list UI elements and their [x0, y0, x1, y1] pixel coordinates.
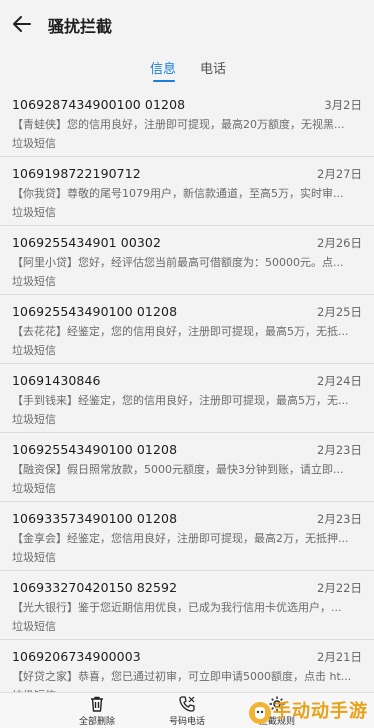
- message-date: 2月23日: [317, 512, 362, 526]
- message-date: 2月21日: [317, 650, 362, 664]
- spam-tag: 垃圾短信: [12, 344, 56, 357]
- message-row[interactable]: 1069255434901 00302 2月26日 【阿里小贷】您好，经评估您当…: [0, 226, 374, 295]
- tab-bar: 信息 电话: [0, 52, 374, 86]
- delete-all-label: 全部删除: [78, 717, 115, 727]
- message-preview: 【金享会】经鉴定，您信用良好，注册即可提现，最高2万，无抵押...: [12, 532, 349, 545]
- sender-number: 1069287434900100 01208: [12, 97, 186, 112]
- spam-tag: 垃圾短信: [12, 275, 56, 288]
- message-row[interactable]: 106925543490100 01208 2月23日 【融资保】假日照常放款，…: [0, 433, 374, 502]
- message-date: 2月27日: [317, 167, 362, 181]
- sender-number: 1069198722190712: [12, 166, 141, 181]
- message-list: 1069287434900100 01208 3月2日 【青蛙侠】您的信用良好，…: [0, 88, 374, 709]
- message-preview: 【阿里小贷】您好，经评估您当前最高可借额度为：50000元。点...: [12, 256, 344, 269]
- number-call-button[interactable]: 号码电话: [152, 695, 222, 727]
- trash-icon: [91, 696, 103, 712]
- message-row[interactable]: 1069287434900100 01208 3月2日 【青蛙侠】您的信用良好，…: [0, 88, 374, 157]
- sender-number: 1069255434901 00302: [12, 235, 162, 250]
- number-call-label: 号码电话: [168, 717, 205, 727]
- back-arrow-icon: [13, 16, 31, 32]
- spam-tag: 垃圾短信: [12, 482, 56, 495]
- back-button[interactable]: [6, 8, 38, 40]
- message-date: 2月24日: [317, 374, 362, 388]
- message-row[interactable]: 1069198722190712 2月27日 【你我贷】尊敬的尾号1079用户，…: [0, 157, 374, 226]
- message-row[interactable]: 106933573490100 01208 2月23日 【金享会】经鉴定，您信用…: [0, 502, 374, 571]
- sender-number: 106933270420150 82592: [12, 580, 178, 595]
- spam-tag: 垃圾短信: [12, 620, 56, 633]
- message-date: 2月23日: [317, 443, 362, 457]
- sender-number: 106933573490100 01208: [12, 511, 178, 526]
- tab-calls[interactable]: 电话: [200, 58, 226, 77]
- spam-tag: 垃圾短信: [12, 137, 56, 150]
- message-date: 2月26日: [317, 236, 362, 250]
- message-preview: 【青蛙侠】您的信用良好，注册即可提现，最高20万额度，无视黑...: [12, 118, 345, 131]
- message-row[interactable]: 106925543490100 01208 2月25日 【去花花】经鉴定，您的信…: [0, 295, 374, 364]
- message-date: 2月25日: [317, 305, 362, 319]
- sender-number: 106925543490100 01208: [12, 442, 178, 457]
- message-preview: 【好贷之家】恭喜，您已通过初审，可立即申请5000额度，点击 ht...: [12, 670, 352, 683]
- spam-tag: 垃圾短信: [12, 551, 56, 564]
- message-row[interactable]: 10691430846 2月24日 【手到钱来】经鉴定，您的信用良好，注册即可提…: [0, 364, 374, 433]
- sender-number: 106925543490100 01208: [12, 304, 178, 319]
- watermark-logo-icon: [249, 702, 271, 724]
- phone-icon: [179, 696, 195, 712]
- spam-tag: 垃圾短信: [12, 413, 56, 426]
- delete-all-button[interactable]: 全部删除: [62, 695, 132, 727]
- active-tab-indicator: [153, 80, 175, 82]
- message-date: 3月2日: [324, 98, 362, 112]
- tab-messages[interactable]: 信息: [150, 58, 176, 77]
- watermark-text: 手动动手游: [273, 701, 368, 722]
- spam-tag: 垃圾短信: [12, 206, 56, 219]
- message-row[interactable]: 106933270420150 82592 2月22日 【光大银行】鉴于您近期信…: [0, 571, 374, 640]
- sender-number: 10691430846: [12, 373, 101, 388]
- top-bar: 骚扰拦截: [0, 0, 374, 48]
- message-preview: 【手到钱来】经鉴定，您的信用良好，注册即可提现，最高5万，无...: [12, 394, 349, 407]
- sender-number: 1069206734900003: [12, 649, 141, 664]
- message-preview: 【你我贷】尊敬的尾号1079用户，新信款通道，至高5万，实时审...: [12, 187, 344, 200]
- page-title: 骚扰拦截: [48, 17, 113, 36]
- message-preview: 【融资保】假日照常放款，5000元额度，最快3分钟到账，请立即...: [12, 463, 344, 476]
- message-preview: 【去花花】经鉴定，您的信用良好，注册即可提现，最高5万，无抵...: [12, 325, 349, 338]
- message-date: 2月22日: [317, 581, 362, 595]
- message-preview: 【光大银行】鉴于您近期信用优良，已成为我行信用卡优选用户，...: [12, 601, 342, 614]
